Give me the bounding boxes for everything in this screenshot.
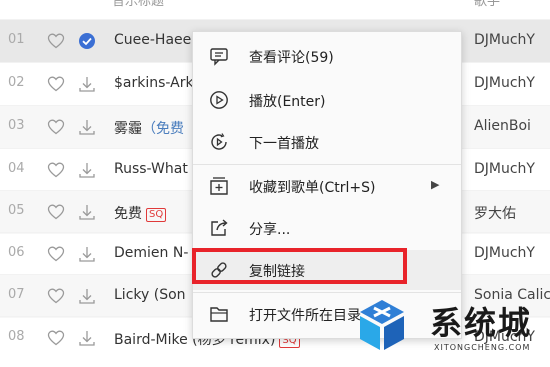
track-index: 08 xyxy=(8,329,25,344)
track-title[interactable]: 雾霾（免费 xyxy=(114,118,184,138)
track-title-text: Cuee-Haee xyxy=(114,32,192,48)
menu-item-add-to-playlist[interactable]: 收藏到歌单(Ctrl+S) ▶ xyxy=(193,166,461,206)
heart-icon[interactable] xyxy=(47,75,65,93)
download-icon[interactable] xyxy=(78,161,96,179)
track-index: 06 xyxy=(8,245,25,260)
menu-item-play[interactable]: 播放(Enter) xyxy=(193,80,461,120)
menu-item-label: 打开文件所在目录 xyxy=(249,308,361,324)
download-icon[interactable] xyxy=(78,287,96,305)
add-to-playlist-icon xyxy=(210,177,228,195)
comment-icon xyxy=(210,48,228,66)
heart-icon[interactable] xyxy=(47,32,65,50)
download-icon[interactable] xyxy=(78,203,96,221)
watermark-url: XITONGCHENG.COM xyxy=(434,343,531,352)
track-title[interactable]: $arkins-Ark xyxy=(114,75,194,91)
menu-item-label: 下一首播放 xyxy=(249,136,319,152)
track-title[interactable]: 免费 SQ xyxy=(114,203,167,223)
artist-column-header[interactable]: 歌手 xyxy=(474,0,500,8)
track-index: 02 xyxy=(8,75,25,90)
quality-badge: SQ xyxy=(146,208,167,222)
menu-item-label: 播放(Enter) xyxy=(249,94,326,110)
menu-separator xyxy=(193,292,461,293)
track-subtitle: （免费 xyxy=(142,121,184,137)
submenu-arrow-icon: ▶ xyxy=(431,178,440,191)
menu-item-label: 收藏到歌单(Ctrl+S) xyxy=(249,180,376,196)
track-index: 05 xyxy=(8,203,25,218)
menu-separator xyxy=(193,164,461,165)
track-artist[interactable]: DJMuchY xyxy=(474,75,535,91)
track-title-text: Demien N- xyxy=(114,245,189,261)
track-artist[interactable]: AlienBoi xyxy=(474,118,531,134)
folder-icon xyxy=(210,307,228,322)
download-icon[interactable] xyxy=(78,329,96,347)
downloaded-check-icon xyxy=(79,33,95,49)
track-index: 07 xyxy=(8,287,25,302)
download-icon[interactable] xyxy=(78,245,96,263)
track-title-text: Licky (Son xyxy=(114,287,186,303)
title-column-header[interactable]: 音乐标题 xyxy=(112,0,164,8)
heart-icon[interactable] xyxy=(47,118,65,136)
track-title[interactable]: Demien N- xyxy=(114,245,188,261)
heart-icon[interactable] xyxy=(47,203,65,221)
menu-item-view-comments[interactable]: 查看评论(59) xyxy=(193,36,461,76)
table-header: 音乐标题 歌手 xyxy=(0,0,550,8)
highlight-box xyxy=(192,248,407,284)
menu-item-label: 查看评论(59) xyxy=(249,50,334,66)
track-title[interactable]: Licky (Son xyxy=(114,287,186,303)
track-artist[interactable]: DJMuchY xyxy=(474,32,535,48)
watermark-text: 系统城 xyxy=(430,304,533,342)
download-icon[interactable] xyxy=(78,118,96,136)
track-artist[interactable]: DJMuchY xyxy=(474,161,535,177)
track-title[interactable]: Russ-What xyxy=(114,161,188,177)
heart-icon[interactable] xyxy=(47,245,65,263)
track-title-text: $arkins-Ark xyxy=(114,75,194,91)
track-title-text: Russ-What xyxy=(114,161,188,177)
track-index: 01 xyxy=(8,32,25,47)
heart-icon[interactable] xyxy=(47,161,65,179)
play-icon xyxy=(210,91,228,109)
menu-item-play-next[interactable]: 下一首播放 xyxy=(193,122,461,162)
download-icon[interactable] xyxy=(78,75,96,93)
track-artist[interactable]: 罗大佑 xyxy=(474,203,516,223)
share-icon xyxy=(211,219,228,236)
track-index: 04 xyxy=(8,161,25,176)
play-next-icon xyxy=(211,133,227,150)
menu-item-label: 分享... xyxy=(249,222,291,238)
track-artist[interactable]: DJMuchY xyxy=(474,245,535,261)
context-menu: 查看评论(59) 播放(Enter) 下一首播放 收藏到歌单(Ctrl+S) ▶… xyxy=(192,31,462,339)
heart-icon[interactable] xyxy=(47,287,65,305)
track-index: 03 xyxy=(8,118,25,133)
track-title-text: 雾霾 xyxy=(114,121,142,137)
track-title-text: 免费 xyxy=(114,206,142,222)
heart-icon[interactable] xyxy=(47,329,65,347)
menu-item-share[interactable]: 分享... xyxy=(193,208,461,248)
